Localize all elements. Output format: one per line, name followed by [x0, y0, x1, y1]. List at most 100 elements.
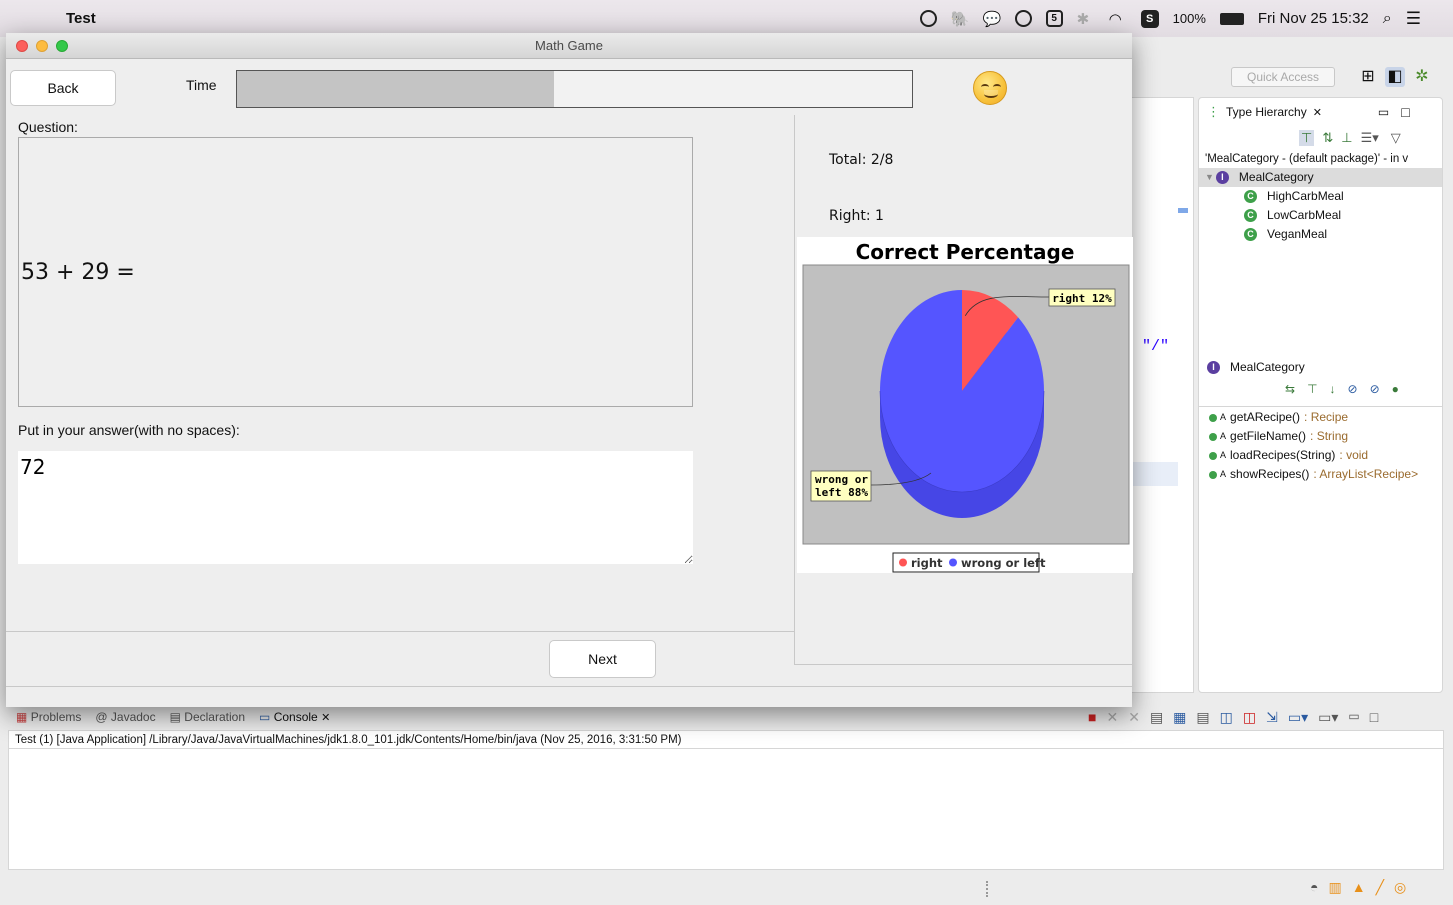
menu-list-icon[interactable]: ☰	[1406, 9, 1421, 29]
remove-all-icon[interactable]: ✕	[1128, 709, 1140, 726]
terminate-icon[interactable]: ■	[1088, 709, 1096, 726]
minimize-window-button[interactable]	[36, 40, 48, 52]
method-item[interactable]: AshowRecipes(): ArrayList<Recipe>	[1199, 465, 1442, 484]
answer-label: Put in your answer(with no spaces):	[18, 422, 240, 438]
wifi-icon[interactable]: ◠	[1109, 10, 1127, 28]
tab-declaration[interactable]: ▤ Declaration	[170, 710, 245, 724]
close-window-button[interactable]	[16, 40, 28, 52]
tutorial-icon[interactable]: ▲	[1352, 879, 1366, 896]
book-icon[interactable]: ▥	[1328, 879, 1341, 896]
legend-label-wrong-or-left: wrong or left	[961, 556, 1046, 570]
hide-static-icon[interactable]: ⊘	[1370, 382, 1380, 396]
quick-access-field[interactable]: Quick Access	[1231, 67, 1335, 87]
method-name: showRecipes()	[1230, 467, 1310, 481]
type-hierarchy-tab[interactable]: ⋮ Type Hierarchy ✕ ▭ □	[1199, 98, 1442, 126]
type-hierarchy-view: ⋮ Type Hierarchy ✕ ▭ □ ⊤ ⇅ ⊥ ☰▾ ▽ 'MealC…	[1198, 97, 1443, 693]
maximize-icon[interactable]: □	[1401, 104, 1409, 120]
show-inherited-members-icon[interactable]: ⇆	[1285, 382, 1295, 396]
javadoc-icon: @	[95, 710, 108, 724]
hide-fields-icon[interactable]: ⊘	[1348, 382, 1358, 396]
window-title-bar[interactable]: Math Game	[6, 33, 1132, 59]
java-perspective-icon[interactable]: ◧	[1385, 67, 1405, 87]
minimize-icon[interactable]: ▭	[1348, 709, 1359, 726]
heap-icon[interactable]: ◓	[1310, 879, 1318, 896]
scroll-lock-icon[interactable]: ▦	[1173, 709, 1186, 726]
view-menu-icon[interactable]: ▽	[1391, 130, 1401, 146]
display-console-icon[interactable]: ▭▾	[1288, 709, 1308, 726]
square-5-icon[interactable]: 5	[1045, 10, 1063, 27]
zoom-window-button[interactable]	[56, 40, 68, 52]
show-subtype-icon[interactable]: ⊥	[1341, 130, 1352, 146]
show-on-stderr-icon[interactable]: ◫	[1243, 709, 1256, 726]
method-item[interactable]: AgetARecipe(): Recipe	[1199, 408, 1442, 427]
problems-icon: ▦	[16, 710, 28, 724]
member-header-label: MealCategory	[1230, 360, 1305, 374]
open-console-icon[interactable]: ▭▾	[1318, 709, 1338, 726]
tab-console[interactable]: ▭ Console ✕	[259, 710, 330, 724]
tab-problems[interactable]: ▦ Problems	[16, 710, 81, 724]
hide-non-public-icon[interactable]: ●	[1392, 382, 1399, 396]
datetime[interactable]: Fri Nov 25 15:32	[1258, 10, 1369, 27]
bluetooth-icon[interactable]: ✱	[1077, 10, 1095, 28]
show-supertype-icon[interactable]: ⇅	[1322, 130, 1333, 146]
correct-percentage-chart: Correct Percentage right 12% wrong orleft…	[797, 237, 1133, 573]
member-header: I MealCategory	[1199, 358, 1305, 377]
close-icon[interactable]: ✕	[1313, 106, 1322, 119]
expand-arrow-icon[interactable]: ▼	[1205, 168, 1214, 187]
data-label-wrong-line1: wrong or	[815, 473, 868, 486]
tree-item-child[interactable]: C VeganMeal	[1199, 225, 1442, 244]
clear-console-icon[interactable]: ▤	[1150, 709, 1163, 726]
editor-area[interactable]: "/"	[1132, 97, 1194, 693]
console-toolbar: ■ ✕ ✕ ▤ ▦ ▤ ◫ ◫ ⇲ ▭▾ ▭▾ ▭ □	[1088, 709, 1378, 726]
back-button[interactable]: Back	[10, 70, 116, 106]
remove-launch-icon[interactable]: ✕	[1106, 709, 1118, 726]
tab-label: Declaration	[184, 710, 245, 724]
console-panel[interactable]: Test (1) [Java Application] /Library/Jav…	[8, 730, 1444, 870]
class-icon: C	[1244, 209, 1257, 222]
history-icon[interactable]: ☰▾	[1361, 130, 1379, 146]
tab-javadoc[interactable]: @ Javadoc	[95, 710, 155, 724]
class-icon: C	[1244, 228, 1257, 241]
search-icon[interactable]: ⌕	[1383, 10, 1392, 28]
legend-label-right: right	[911, 556, 943, 570]
console-icon: ▭	[259, 710, 271, 724]
method-item[interactable]: AgetFileName(): String	[1199, 427, 1442, 446]
maximize-icon[interactable]: □	[1370, 709, 1378, 726]
help-icon[interactable]: ◎	[1394, 879, 1406, 896]
sort-by-type-icon[interactable]: ↓	[1330, 382, 1336, 396]
screen-capture-icon[interactable]	[919, 10, 937, 27]
interface-icon: I	[1207, 361, 1220, 374]
tree-item-child[interactable]: C HighCarbMeal	[1199, 187, 1442, 206]
lock-view-icon[interactable]: ⊤	[1307, 382, 1317, 396]
smiley-mouth	[984, 90, 998, 98]
app-name-menu[interactable]: Test	[66, 10, 96, 27]
wand-icon[interactable]: ╱	[1376, 879, 1384, 896]
question-box: 53 + 29 =	[18, 137, 693, 407]
show-on-stdout-icon[interactable]: ◫	[1220, 709, 1233, 726]
methods-list: AgetARecipe(): Recipe AgetFileName(): St…	[1199, 406, 1442, 484]
pie-slice-wrong-or-left	[880, 290, 1044, 492]
close-icon[interactable]: ✕	[321, 712, 330, 724]
wechat-icon[interactable]: 💬	[983, 10, 1002, 28]
circle-icon[interactable]	[1014, 10, 1032, 27]
debug-perspective-icon[interactable]: ✲	[1412, 67, 1432, 87]
word-wrap-icon[interactable]: ▤	[1196, 709, 1209, 726]
time-progress-fill	[237, 71, 555, 107]
battery-percent[interactable]: 100%	[1173, 11, 1206, 26]
minimize-icon[interactable]: ▭	[1378, 105, 1389, 119]
open-perspective-icon[interactable]: ⊞	[1358, 67, 1378, 87]
next-button[interactable]: Next	[549, 640, 656, 678]
evernote-icon[interactable]: 🐘	[951, 10, 970, 28]
pin-console-icon[interactable]: ⇲	[1266, 709, 1278, 726]
tree-item-root[interactable]: ▼ I MealCategory	[1199, 168, 1442, 187]
s-app-icon[interactable]: S	[1140, 9, 1159, 28]
status-bar: ◓ ▥ ▲ ╱ ◎	[0, 871, 1453, 905]
method-item[interactable]: AloadRecipes(String): void	[1199, 446, 1442, 465]
battery-icon[interactable]	[1219, 12, 1244, 25]
method-name: getFileName()	[1230, 429, 1307, 443]
hierarchy-toolbar: ⊤ ⇅ ⊥ ☰▾ ▽	[1199, 126, 1442, 150]
answer-input[interactable]	[18, 451, 693, 564]
tree-item-child[interactable]: C LowCarbMeal	[1199, 206, 1442, 225]
tab-label: Console	[273, 710, 318, 724]
show-type-hierarchy-icon[interactable]: ⊤	[1299, 130, 1315, 146]
